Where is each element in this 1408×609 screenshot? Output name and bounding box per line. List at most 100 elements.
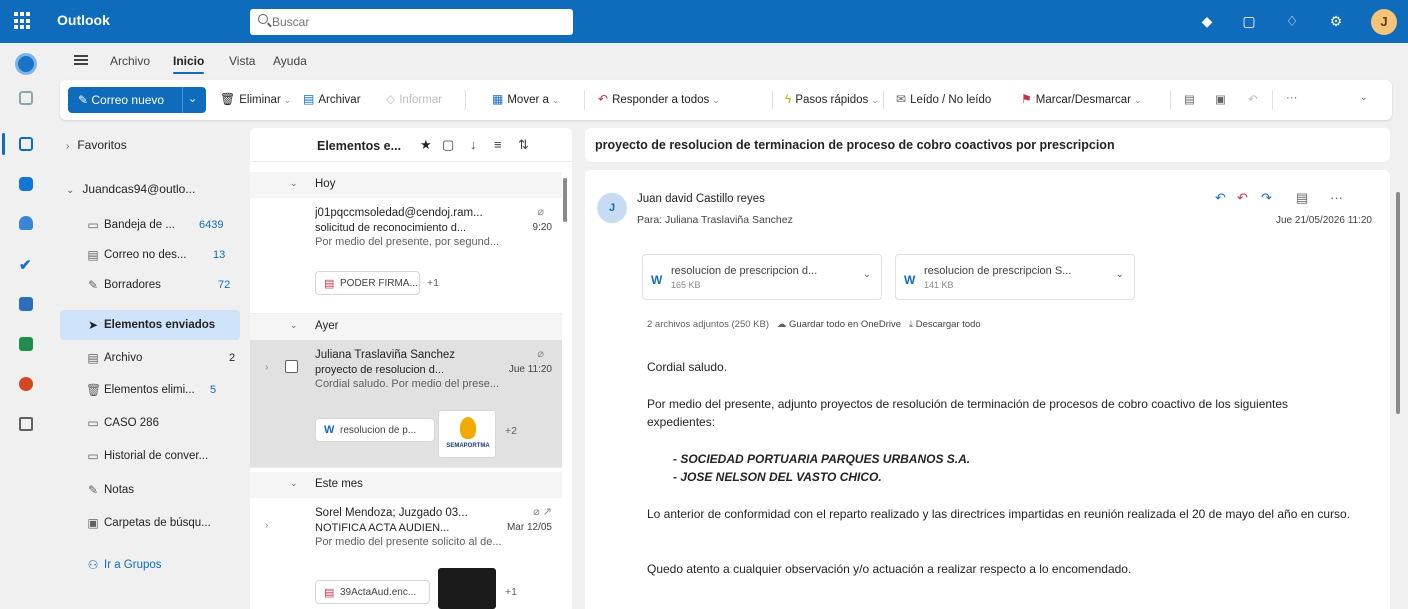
more-options-button[interactable]: ···: [1286, 92, 1298, 104]
delete-button[interactable]: 🗑 Eliminar ⌄: [220, 92, 291, 106]
chevron-down-icon[interactable]: ⌄: [1360, 92, 1368, 103]
group-header-yesterday[interactable]: ⌄ Ayer: [250, 314, 562, 340]
message-list-header: Elementos e... ★ ▢ ↓ ≡ ⇅: [250, 128, 572, 162]
pdf-icon: ▤: [324, 278, 335, 290]
search-icon: [258, 14, 268, 24]
mail-icon[interactable]: [19, 137, 33, 151]
chevron-down-icon[interactable]: ⌄: [1134, 95, 1142, 105]
go-to-groups-link[interactable]: ⚇ Ir a Grupos: [60, 550, 240, 580]
menu-icon[interactable]: [74, 55, 88, 65]
tab-vista[interactable]: Vista: [229, 54, 255, 68]
search-input[interactable]: [272, 13, 552, 31]
sender-avatar[interactable]: J: [597, 193, 627, 223]
avatar[interactable]: J: [1371, 9, 1397, 35]
group-header-today[interactable]: ⌄ Hoy: [250, 172, 562, 198]
more-attachments[interactable]: +2: [505, 425, 517, 437]
more-attachments[interactable]: +1: [505, 586, 517, 598]
chevron-down-icon[interactable]: ⌄: [871, 95, 879, 105]
star-icon[interactable]: ★: [420, 137, 432, 153]
more-apps-icon[interactable]: [19, 417, 33, 431]
calendar-icon[interactable]: [19, 177, 33, 191]
chevron-down-icon[interactable]: ⌄: [712, 95, 720, 105]
download-all-link[interactable]: Descargar todo: [916, 319, 981, 330]
read-unread-button[interactable]: ✉ Leído / No leído: [896, 92, 991, 106]
item-count: 2: [229, 352, 236, 364]
more-actions-icon[interactable]: ···: [1330, 190, 1343, 205]
search-box[interactable]: [250, 9, 573, 35]
tab-archivo[interactable]: Archivo: [110, 54, 150, 68]
attachment-chip[interactable]: ▤ PODER FIRMA...: [315, 271, 420, 295]
save-onedrive-link[interactable]: Guardar todo en OneDrive: [789, 319, 901, 330]
todo-icon[interactable]: ✔: [19, 256, 33, 274]
reply-all-icon[interactable]: ↶: [1237, 190, 1248, 206]
chevron-down-icon[interactable]: ⌄: [552, 95, 560, 105]
filter-icon[interactable]: ≡: [494, 137, 502, 152]
jump-icon[interactable]: ↓: [470, 137, 477, 152]
categorize-icon[interactable]: ▣: [1215, 92, 1226, 106]
reply-all-button[interactable]: ↶ Responder a todos ⌄: [598, 92, 720, 106]
forward-icon[interactable]: ↷: [1261, 190, 1272, 206]
folder-caso-286[interactable]: ▭ CASO 286: [60, 408, 240, 438]
view-options-icon[interactable]: ▤: [1296, 190, 1308, 206]
attachment-card[interactable]: W resolucion de prescripcion d... 165 KB…: [642, 254, 882, 300]
app-name[interactable]: Outlook: [57, 12, 110, 28]
tab-ayuda[interactable]: Ayuda: [273, 54, 307, 68]
attachment-card[interactable]: W resolucion de prescripcion S... 141 KB…: [895, 254, 1135, 300]
message-checkbox[interactable]: [285, 360, 298, 373]
word-icon[interactable]: [19, 297, 33, 311]
chevron-right-icon[interactable]: ›: [265, 520, 268, 531]
chevron-down-icon[interactable]: ⌄: [863, 269, 871, 280]
folder-drafts[interactable]: ✎ Borradores 72: [60, 270, 240, 300]
message-item[interactable]: › Sorel Mendoza; Juzgado 03... ⌀ ↗ NOTIF…: [250, 498, 562, 609]
app-launcher-icon[interactable]: [14, 12, 32, 30]
bell-icon[interactable]: ♢: [1283, 12, 1301, 30]
message-list-scrollbar[interactable]: [563, 178, 567, 222]
account-header[interactable]: ⌄ Juandcas94@outlo...: [66, 182, 195, 196]
folder-sent[interactable]: ➤ Elementos enviados: [60, 310, 240, 340]
folder-search-folders[interactable]: ▣ Carpetas de búsqu...: [60, 508, 240, 538]
folder-notes[interactable]: ✎ Notas: [60, 475, 240, 505]
message-item[interactable]: j01pqccmsoledad@cendoj.ram... ⌀ solicitu…: [250, 198, 562, 314]
folder-archive[interactable]: ▤ Archivo 2: [60, 343, 240, 373]
powerpoint-icon[interactable]: [19, 377, 33, 391]
gear-icon[interactable]: ⚙: [1327, 12, 1345, 30]
excel-icon[interactable]: [19, 337, 33, 351]
folder-conversation-history[interactable]: ▭ Historial de conver...: [60, 441, 240, 471]
new-mail-button[interactable]: ✎ Correo nuevo ⌄: [68, 87, 206, 113]
unread-count: 6439: [199, 219, 224, 231]
flag-button[interactable]: ⚑ Marcar/Desmarcar ⌄: [1021, 92, 1142, 106]
image-thumbnail[interactable]: [438, 568, 496, 609]
message-item-selected[interactable]: › Juliana Traslaviña Sanchez ⌀ proyecto …: [250, 340, 562, 468]
copilot-icon[interactable]: [15, 53, 37, 75]
chevron-right-icon[interactable]: ›: [265, 362, 268, 373]
reply-icon[interactable]: ↶: [1215, 190, 1226, 206]
chevron-down-icon[interactable]: ⌄: [284, 95, 292, 105]
ribbon-tabs: Archivo Inicio Vista Ayuda: [52, 43, 1392, 77]
shield-icon[interactable]: ◆: [1198, 12, 1216, 30]
tab-inicio[interactable]: Inicio: [173, 54, 205, 74]
folder-deleted[interactable]: 🗑 Elementos elimi... 5: [60, 375, 240, 405]
attachment-chip[interactable]: W resolucion de p...: [315, 418, 435, 442]
more-attachments[interactable]: +1: [427, 277, 439, 289]
folder-inbox[interactable]: ▭ Bandeja de ... 6439: [60, 210, 240, 240]
image-thumbnail[interactable]: SEMAPORTMA: [438, 410, 496, 458]
reading-pane-scrollbar[interactable]: [1396, 192, 1400, 414]
rules-icon[interactable]: ▤: [1184, 92, 1195, 106]
people-icon[interactable]: [19, 216, 33, 230]
move-to-button[interactable]: ▦ Mover a ⌄: [492, 92, 559, 106]
compose-icon[interactable]: [19, 91, 33, 105]
teams-icon[interactable]: ▢: [1240, 12, 1258, 30]
undo-icon[interactable]: ↶: [1248, 92, 1258, 106]
quick-steps-button[interactable]: ϟ Pasos rápidos ⌄: [785, 92, 879, 106]
chevron-down-icon[interactable]: ⌄: [188, 92, 197, 105]
archive-button[interactable]: ▤ Archivar: [303, 92, 361, 106]
sender-name[interactable]: Juan david Castillo reyes: [637, 193, 765, 205]
favorites-header[interactable]: › Favoritos: [66, 138, 127, 152]
folder-junk[interactable]: ▤ Correo no des... 13: [60, 240, 240, 270]
attachment-chip[interactable]: ▤ 39ActaAud.enc...: [315, 580, 430, 604]
sort-icon[interactable]: ⇅: [518, 137, 529, 153]
chevron-down-icon[interactable]: ⌄: [1116, 269, 1124, 280]
select-mode-icon[interactable]: ▢: [442, 137, 454, 153]
report-button[interactable]: ◇ Informar: [386, 92, 442, 106]
group-header-this-month[interactable]: ⌄ Este mes: [250, 472, 562, 498]
